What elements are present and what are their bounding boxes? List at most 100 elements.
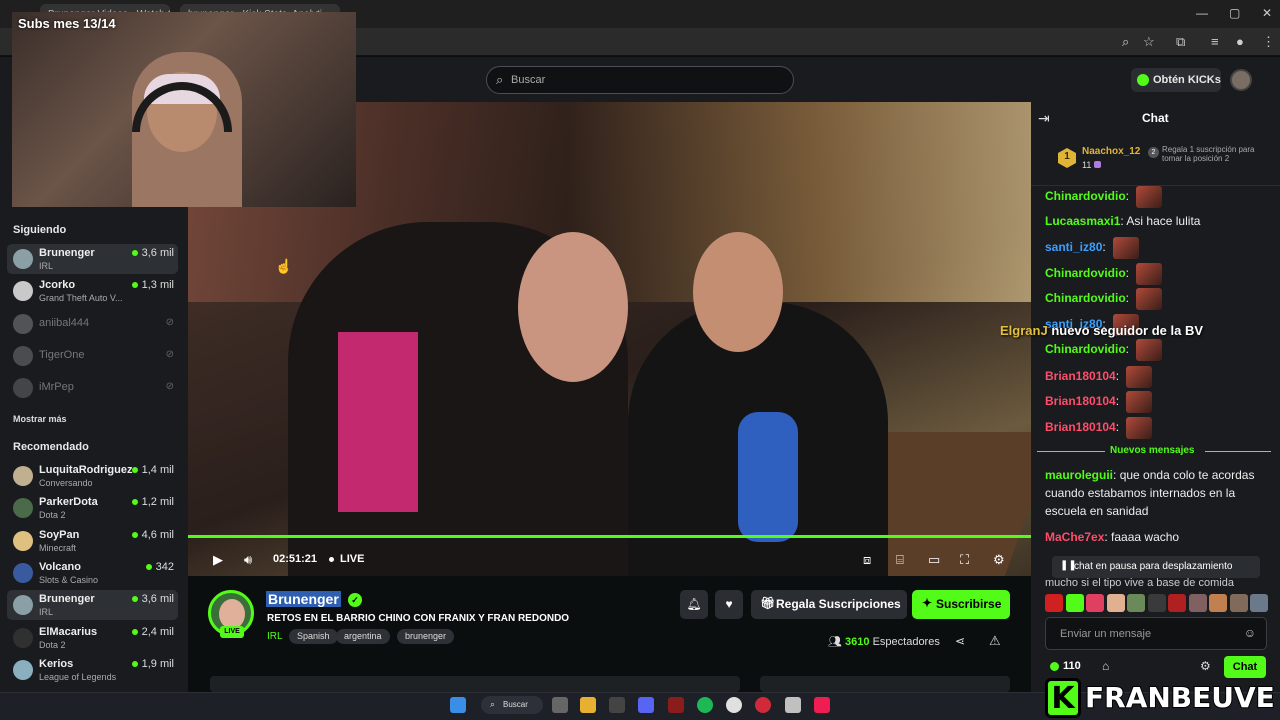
browser-menu-icon[interactable]: ⋮	[1262, 34, 1275, 50]
maximize-button[interactable]: ▢	[1229, 6, 1240, 20]
volume-icon[interactable]: 🔊︎	[244, 552, 252, 568]
app-icon[interactable]	[755, 697, 771, 713]
extensions-icon[interactable]: ⧉	[1176, 34, 1185, 50]
chat-separator: :	[1125, 189, 1133, 204]
close-window-button[interactable]: ✕	[1262, 6, 1272, 20]
notification-bell-button[interactable]: 🔔︎	[680, 590, 708, 619]
collapse-chat-icon[interactable]: ⇥	[1038, 110, 1050, 127]
settings-gear-icon[interactable]: ⚙	[993, 552, 1005, 568]
bookmark-star-icon[interactable]: ☆	[1143, 34, 1155, 50]
channel-points[interactable]: 110	[1050, 660, 1081, 672]
chat-username[interactable]: Chinardovidio	[1045, 342, 1126, 356]
emote-icon[interactable]	[1250, 594, 1268, 612]
sidebar-channel[interactable]: LuquitaRodriguez Conversando 1,4 mil	[7, 461, 178, 491]
subscribe-button[interactable]: ✦ Suscribirse	[912, 590, 1010, 619]
illustrator-icon[interactable]	[668, 697, 684, 713]
emote-icon[interactable]	[1127, 594, 1145, 612]
theater-mode-icon[interactable]: ▭	[928, 552, 940, 568]
channel-category: Grand Theft Auto V...	[39, 293, 123, 304]
emote-icon[interactable]	[1209, 594, 1227, 612]
emote-icon[interactable]	[1168, 594, 1186, 612]
channel-category: League of Legends	[39, 671, 117, 682]
sidebar-channel[interactable]: aniibal444 ⊘	[7, 309, 178, 339]
sidebar-channel[interactable]: SoyPan Minecraft 4,6 mil	[7, 526, 178, 556]
chat-username[interactable]: Chinardovidio	[1045, 189, 1126, 203]
category-link[interactable]: IRL	[267, 631, 283, 642]
kick-logo: K	[1045, 678, 1081, 718]
chat-username[interactable]: Brian180104	[1045, 420, 1116, 434]
tiktok-icon[interactable]	[814, 697, 830, 713]
emote-icon[interactable]	[1086, 594, 1104, 612]
emoji-icon[interactable]: ☺	[1244, 626, 1256, 640]
tag-chip[interactable]: brunenger	[397, 629, 455, 644]
chat-settings-icon[interactable]: ⚙	[1200, 659, 1211, 673]
chat-username[interactable]: mauroleguii	[1045, 468, 1113, 482]
sidebar-channel[interactable]: TigerOne ⊘	[7, 341, 178, 371]
video-progress-bar[interactable]	[188, 535, 1031, 538]
follow-button[interactable]: ♥	[715, 590, 743, 619]
spotify-icon[interactable]	[697, 697, 713, 713]
gift-prompt[interactable]: 2 Regala 1 suscripción para tomar la posi…	[1148, 145, 1262, 163]
sidebar-channel[interactable]: Jcorko Grand Theft Auto V... 1,3 mil	[7, 276, 178, 306]
emote-icon[interactable]	[1188, 594, 1207, 612]
get-kicks-button[interactable]: Obtén KICKs	[1131, 68, 1221, 92]
channel-avatar	[13, 378, 33, 399]
clip-icon[interactable]: ⌸	[896, 552, 904, 568]
chat-username[interactable]: Brian180104	[1045, 394, 1116, 408]
chat-username[interactable]: Lucaasmaxi1	[1045, 214, 1120, 228]
chat-username[interactable]: Brian180104	[1045, 369, 1116, 383]
windows-start-icon[interactable]	[450, 697, 466, 713]
chat-username[interactable]: santi_iz80	[1045, 240, 1102, 254]
tag-chip[interactable]: argentina	[336, 629, 390, 644]
zoom-icon[interactable]: ⌕	[1122, 34, 1129, 50]
task-view-icon[interactable]	[552, 697, 568, 713]
sidebar-channel[interactable]: iMrPep ⊘	[7, 373, 178, 403]
live-indicator[interactable]: LIVE	[329, 553, 364, 565]
gift-subs-button[interactable]: 🎁︎ Regala Suscripciones	[751, 590, 907, 619]
sidebar-channel[interactable]: Kerios League of Legends 1,9 mil	[7, 655, 178, 685]
chrome-icon[interactable]	[726, 697, 742, 713]
top-gifter-name[interactable]: Naachox_12	[1082, 146, 1140, 157]
miniplayer-icon[interactable]: ⧈	[863, 552, 871, 568]
chat-username[interactable]: Chinardovidio	[1045, 266, 1126, 280]
sidebar-channel[interactable]: Brunenger IRL 3,6 mil	[7, 590, 178, 621]
emote-icon[interactable]	[1065, 594, 1084, 612]
sidebar-channel[interactable]: Brunenger IRL 3,6 mil	[7, 244, 178, 274]
emote-icon[interactable]	[1106, 594, 1125, 612]
file-explorer-icon[interactable]	[580, 697, 596, 713]
chat-message: Chinardovidio:	[1045, 339, 1163, 361]
channel-name[interactable]: Brunenger	[266, 591, 341, 607]
chat-separator: :	[1115, 369, 1123, 384]
chat-username[interactable]: MaChe7ex	[1045, 530, 1104, 544]
emote-icon[interactable]	[1045, 594, 1063, 612]
emote-image	[1136, 339, 1163, 361]
viewers-icon: 👥︎	[828, 636, 846, 648]
chat-message-input[interactable]: Enviar un mensaje ☺	[1045, 617, 1267, 650]
search-input[interactable]: ⌕ Buscar	[486, 66, 794, 94]
user-avatar[interactable]	[1230, 69, 1252, 91]
chat-username[interactable]: Chinardovidio	[1045, 291, 1126, 305]
profile-icon[interactable]: ●	[1236, 34, 1244, 49]
obs-icon[interactable]	[609, 697, 625, 713]
sidebar-channel[interactable]: Volcano Slots & Casino 342	[7, 558, 178, 588]
report-warning-icon[interactable]: ⚠	[989, 633, 1001, 649]
chat-paused-banner[interactable]: ❚❚ chat en pausa para desplazamiento	[1052, 556, 1260, 578]
emote-icon[interactable]	[1147, 594, 1166, 612]
play-icon[interactable]: ▶	[213, 552, 223, 568]
discord-icon[interactable]	[638, 697, 654, 713]
printer-app-icon[interactable]	[785, 697, 801, 713]
sidebar-channel[interactable]: ElMacarius Dota 2 2,4 mil	[7, 623, 178, 653]
channel-name: ParkerDota	[39, 496, 98, 509]
pause-icon: ❚❚	[1060, 560, 1077, 571]
sidebar-channel[interactable]: ParkerDota Dota 2 1,2 mil	[7, 493, 178, 523]
share-icon[interactable]: ⋖	[955, 634, 965, 648]
emote-icon[interactable]	[1229, 594, 1248, 612]
show-more-link[interactable]: Mostrar más	[13, 414, 67, 424]
tag-chip[interactable]: Spanish	[289, 629, 338, 644]
shop-icon[interactable]: ⌂	[1102, 659, 1109, 673]
emote-image	[1126, 391, 1153, 413]
media-icon[interactable]: ≡	[1211, 34, 1219, 49]
minimize-button[interactable]: —	[1196, 6, 1208, 20]
fullscreen-icon[interactable]: ⛶	[960, 552, 969, 568]
taskbar-search[interactable]: ⌕ Buscar	[481, 696, 543, 714]
